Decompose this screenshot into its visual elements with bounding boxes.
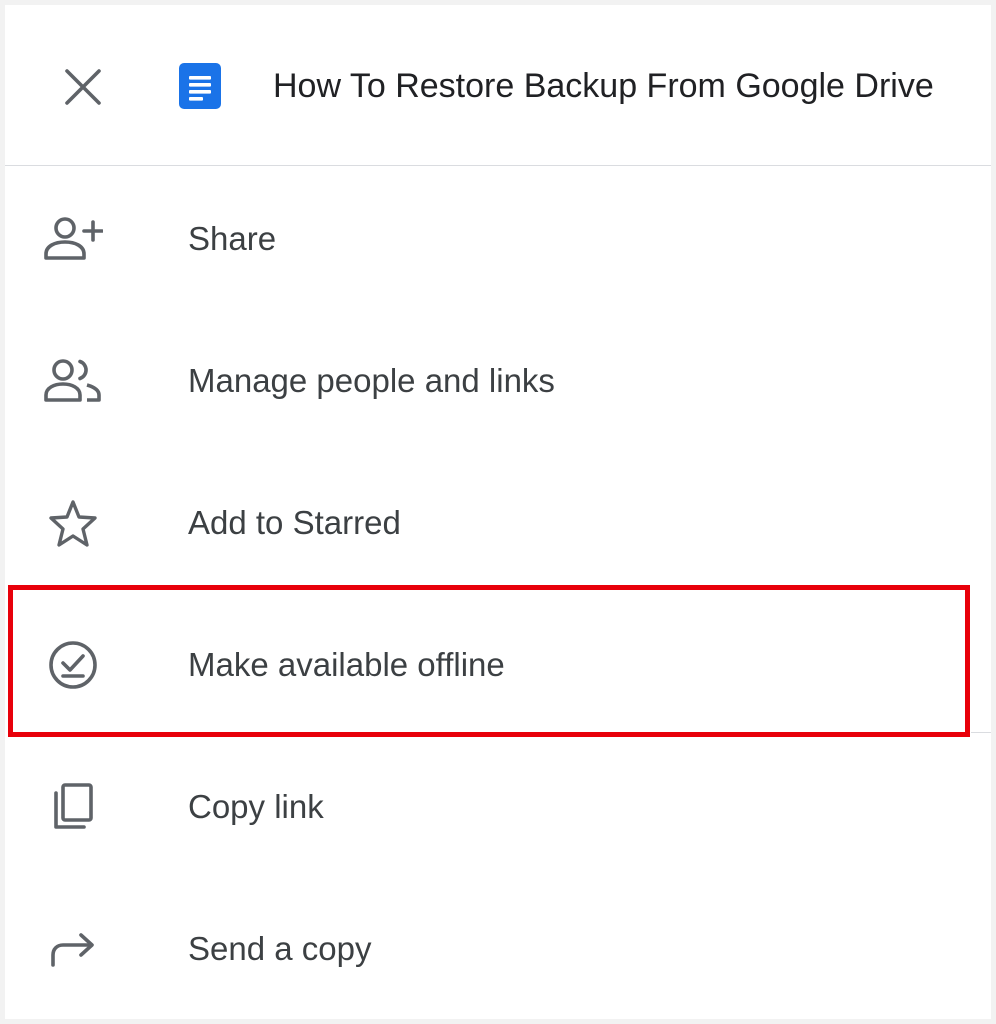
menu-item-label: Make available offline — [188, 646, 505, 683]
bottom-sheet: How To Restore Backup From Google Drive … — [5, 5, 991, 1019]
document-title: How To Restore Backup From Google Drive — [273, 67, 934, 105]
menu-item-label: Share — [188, 220, 277, 257]
close-button[interactable] — [53, 57, 113, 117]
person-add-icon — [44, 217, 103, 260]
menu-item-label: Manage people and links — [188, 362, 555, 399]
menu-item-share[interactable]: Share — [5, 168, 991, 310]
menu-item-send-a-copy[interactable]: Send a copy — [5, 878, 991, 1020]
sheet-header: How To Restore Backup From Google Drive — [5, 5, 991, 166]
forward-arrow-icon — [51, 933, 94, 967]
menu-item-label: Copy link — [188, 788, 324, 825]
close-icon — [65, 69, 101, 105]
menu-item-manage-people[interactable]: Manage people and links — [5, 310, 991, 452]
menu-item-label: Add to Starred — [188, 504, 401, 541]
menu-item-add-to-starred[interactable]: Add to Starred — [5, 452, 991, 594]
google-docs-icon — [179, 63, 221, 109]
offline-pin-icon — [49, 641, 97, 689]
menu-item-label: Send a copy — [188, 930, 372, 967]
star-outline-icon — [49, 500, 97, 547]
menu-item-copy-link[interactable]: Copy link — [5, 736, 991, 878]
copy-icon — [54, 783, 93, 829]
menu-item-make-available-offline[interactable]: Make available offline — [5, 594, 991, 736]
divider — [971, 732, 991, 733]
people-icon — [44, 359, 101, 402]
